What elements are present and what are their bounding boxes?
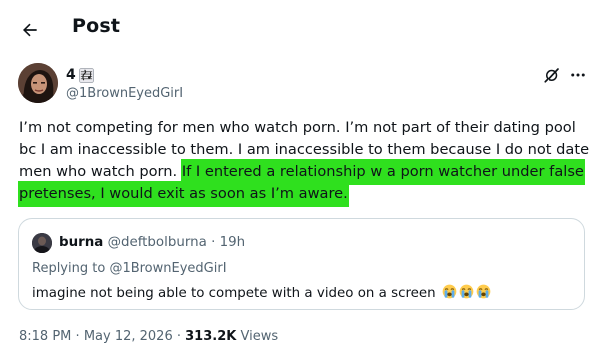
author-display-name[interactable]: 4 <box>66 66 183 84</box>
quoted-separator: · <box>211 235 216 250</box>
quoted-author-name[interactable]: burna <box>59 235 103 250</box>
quoted-post[interactable]: burna @deftbolburna · 19h Replying to @1… <box>18 218 585 310</box>
tweet-line: I’m not competing for men who watch porn… <box>19 117 589 139</box>
musical-score-emoji <box>78 67 94 83</box>
quoted-post-text: imagine not being able to compete with a… <box>32 284 491 301</box>
tweet-line: men who watch porn. If I entered a relat… <box>19 160 589 184</box>
tweet-text-plain: men who watch porn. <box>19 163 182 180</box>
meta-separator: · <box>176 329 181 344</box>
views-label: Views <box>240 329 279 344</box>
tweet-text: I’m not competing for men who watch porn… <box>19 117 589 206</box>
author-name-text: 4 <box>66 67 76 83</box>
quoted-author-handle[interactable]: @deftbolburna <box>108 235 207 250</box>
post-metadata: 8:18 PM · May 12, 2026 · 313.2K Views <box>19 329 278 344</box>
more-options-button[interactable] <box>569 66 587 84</box>
author-handle[interactable]: @1BrownEyedGirI <box>66 85 183 103</box>
author-block[interactable]: 4 @1BrownEyedGirI <box>66 66 183 103</box>
quoted-text-content: imagine not being able to compete with a… <box>32 286 436 301</box>
replying-to: Replying to @1BrownEyedGirI <box>32 261 227 276</box>
quoted-author-avatar[interactable] <box>32 233 52 253</box>
replying-to-handle[interactable]: @1BrownEyedGirI <box>109 261 226 276</box>
more-dots-icon <box>571 73 585 77</box>
views-count: 313.2K <box>185 329 237 344</box>
quoted-post-header: burna @deftbolburna · 19h <box>59 234 245 252</box>
arrow-left-icon <box>23 23 37 37</box>
author-avatar[interactable] <box>18 63 58 103</box>
loudly-crying-face-emoji <box>476 284 491 299</box>
tweet-text-plain: I’m not competing for men who watch porn… <box>19 119 576 136</box>
replying-to-label: Replying to <box>32 261 110 276</box>
tweet-line: pretenses, I would exit as soon as I’m a… <box>19 182 589 206</box>
tweet-text-plain: bc I am inaccessible to them. I am inacc… <box>19 141 590 158</box>
tweet-line: bc I am inaccessible to them. I am inacc… <box>19 139 589 161</box>
post-date[interactable]: May 12, 2026 <box>84 329 173 344</box>
grok-button[interactable] <box>543 66 561 84</box>
quoted-time[interactable]: 19h <box>220 235 246 250</box>
post-time[interactable]: 8:18 PM <box>19 329 71 344</box>
back-button[interactable] <box>14 14 46 46</box>
meta-separator: · <box>75 329 80 344</box>
page-title: Post <box>72 15 121 37</box>
highlighted-text: pretenses, I would exit as soon as I’m a… <box>19 182 348 206</box>
highlighted-text: If I entered a relationship w a porn wat… <box>181 160 584 184</box>
loudly-crying-face-emoji <box>442 284 457 299</box>
grok-icon <box>544 68 559 84</box>
loudly-crying-face-emoji <box>459 284 474 299</box>
top-bar: Post <box>0 0 605 56</box>
